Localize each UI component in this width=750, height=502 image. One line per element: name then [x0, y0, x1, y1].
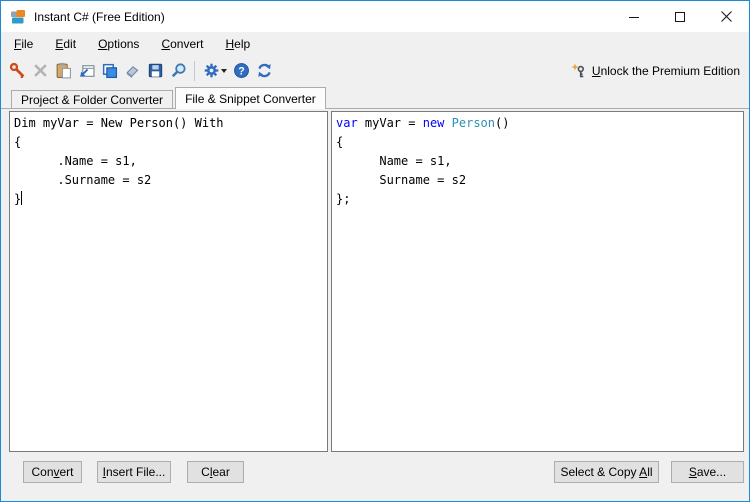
menu-convert[interactable]: Convert	[150, 34, 214, 54]
save-icon[interactable]	[144, 58, 167, 83]
cut-icon	[33, 63, 48, 78]
tab-project-folder-converter[interactable]: Project & Folder Converter	[11, 90, 173, 109]
menu-edit[interactable]: Edit	[44, 34, 87, 54]
select-copy-icon	[101, 62, 118, 79]
insert-file-icon[interactable]	[75, 58, 98, 83]
insert-file-button[interactable]: Insert File...	[97, 461, 171, 483]
app-window: Instant C# (Free Edition) File E	[0, 0, 750, 502]
text-caret	[21, 191, 22, 205]
tab-label: Project & Folder Converter	[21, 93, 163, 107]
cut-icon[interactable]	[29, 58, 52, 83]
save-button[interactable]: Save...	[671, 461, 744, 483]
find-icon[interactable]	[167, 58, 190, 83]
window-controls	[611, 1, 749, 32]
close-button[interactable]	[703, 1, 749, 32]
gear-dropdown-caret	[221, 69, 227, 73]
clear-button[interactable]: Clear	[187, 461, 244, 483]
find-icon	[170, 62, 187, 79]
tab-label: File & Snippet Converter	[185, 92, 316, 106]
menu-options[interactable]: Options	[87, 34, 150, 54]
app-icon	[10, 9, 26, 25]
settings-gear-icon[interactable]	[199, 58, 230, 83]
insert-file-icon	[78, 62, 95, 79]
tabstrip: Project & Folder Converter File & Snippe…	[1, 86, 749, 109]
license-key-icon	[9, 62, 26, 79]
menu-help[interactable]: Help	[214, 34, 261, 54]
tab-file-snippet-converter[interactable]: File & Snippet Converter	[175, 87, 326, 109]
close-icon	[721, 11, 732, 22]
unlock-premium-link[interactable]: Unlock the Premium Edition	[571, 63, 745, 79]
toolbar: ? Unlock the Premium Edition	[1, 55, 749, 86]
paste-icon	[55, 62, 72, 79]
refresh-icon	[256, 62, 273, 79]
gear-icon	[203, 62, 220, 79]
save-icon	[147, 62, 164, 79]
paste-icon[interactable]	[52, 58, 75, 83]
csharp-output-editor[interactable]: var myVar = new Person(){ Name = s1, Sur…	[331, 111, 744, 452]
select-copy-icon[interactable]	[98, 58, 121, 83]
menu-file[interactable]: File	[3, 34, 44, 54]
help-icon[interactable]: ?	[230, 58, 253, 83]
eraser-icon	[124, 62, 141, 79]
converter-page: Dim myVar = New Person() With{ .Name = s…	[1, 109, 749, 501]
minimize-icon	[629, 12, 639, 22]
maximize-icon	[675, 12, 685, 22]
minimize-button[interactable]	[611, 1, 657, 32]
convert-button[interactable]: Convert	[23, 461, 82, 483]
convert-refresh-icon[interactable]	[253, 58, 276, 83]
toolbar-separator	[194, 61, 195, 81]
license-key-icon[interactable]	[6, 58, 29, 83]
select-copy-all-button[interactable]: Select & Copy All	[554, 461, 659, 483]
svg-text:?: ?	[238, 65, 244, 77]
unlock-key-icon	[571, 63, 587, 79]
menubar: File Edit Options Convert Help	[1, 32, 749, 55]
vb-source-editor[interactable]: Dim myVar = New Person() With{ .Name = s…	[9, 111, 328, 452]
titlebar: Instant C# (Free Edition)	[1, 1, 749, 32]
window-title: Instant C# (Free Edition)	[34, 10, 165, 24]
eraser-icon[interactable]	[121, 58, 144, 83]
help-icon: ?	[233, 62, 250, 79]
maximize-button[interactable]	[657, 1, 703, 32]
unlock-premium-label: Unlock the Premium Edition	[592, 64, 740, 78]
